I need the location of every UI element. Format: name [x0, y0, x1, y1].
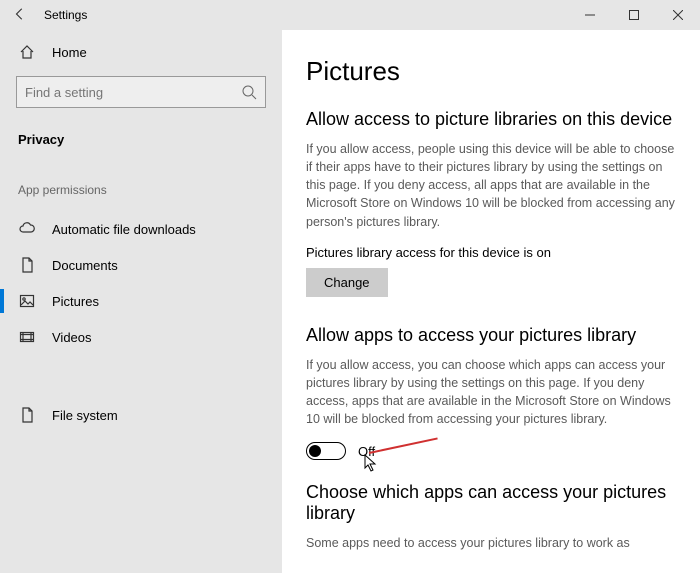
minimize-button[interactable]	[568, 0, 612, 30]
file-icon	[18, 406, 36, 424]
apps-access-toggle[interactable]	[306, 442, 346, 460]
section2-desc: If you allow access, you can choose whic…	[306, 356, 676, 429]
sidebar-item-label: File system	[52, 408, 118, 423]
page-title: Pictures	[306, 56, 676, 87]
settings-window: Settings Home Privacy App permissions Au…	[0, 0, 700, 573]
toggle-state-label: Off	[358, 444, 375, 459]
search-icon	[241, 84, 257, 100]
sidebar-home-label: Home	[52, 45, 87, 60]
sidebar-item-automatic-file-downloads[interactable]: Automatic file downloads	[0, 211, 282, 247]
sidebar-item-pictures[interactable]: Pictures	[0, 283, 282, 319]
sidebar-item-documents[interactable]: Documents	[0, 247, 282, 283]
back-button[interactable]	[0, 7, 40, 24]
window-body: Home Privacy App permissions Automatic f…	[0, 30, 700, 573]
videos-icon	[18, 328, 36, 346]
sidebar-item-file-system[interactable]: File system	[0, 397, 282, 433]
device-access-status: Pictures library access for this device …	[306, 245, 676, 260]
sidebar-item-videos[interactable]: Videos	[0, 319, 282, 355]
titlebar: Settings	[0, 0, 700, 30]
section2-title: Allow apps to access your pictures libra…	[306, 325, 676, 346]
change-button[interactable]: Change	[306, 268, 388, 297]
close-button[interactable]	[656, 0, 700, 30]
cloud-icon	[18, 220, 36, 238]
sidebar-item-label: Documents	[52, 258, 118, 273]
apps-access-toggle-row: Off	[306, 442, 676, 460]
pictures-icon	[18, 292, 36, 310]
content-pane: Pictures Allow access to picture librari…	[282, 30, 700, 573]
section3-title: Choose which apps can access your pictur…	[306, 482, 676, 524]
section3-desc: Some apps need to access your pictures l…	[306, 534, 676, 552]
toggle-knob	[309, 445, 321, 457]
section1-title: Allow access to picture libraries on thi…	[306, 109, 676, 130]
annotation-line	[369, 438, 438, 454]
search-box[interactable]	[16, 76, 266, 108]
search-input[interactable]	[25, 85, 241, 100]
window-title: Settings	[40, 8, 87, 22]
sidebar-item-label: Videos	[52, 330, 92, 345]
sidebar-item-label: Pictures	[52, 294, 99, 309]
home-icon	[18, 43, 36, 61]
section1-desc: If you allow access, people using this d…	[306, 140, 676, 231]
sidebar-home[interactable]: Home	[0, 34, 282, 70]
maximize-button[interactable]	[612, 0, 656, 30]
sidebar: Home Privacy App permissions Automatic f…	[0, 30, 282, 573]
sidebar-group: App permissions	[0, 173, 282, 205]
document-icon	[18, 256, 36, 274]
sidebar-item-label: Automatic file downloads	[52, 222, 196, 237]
sidebar-section: Privacy	[0, 118, 282, 155]
